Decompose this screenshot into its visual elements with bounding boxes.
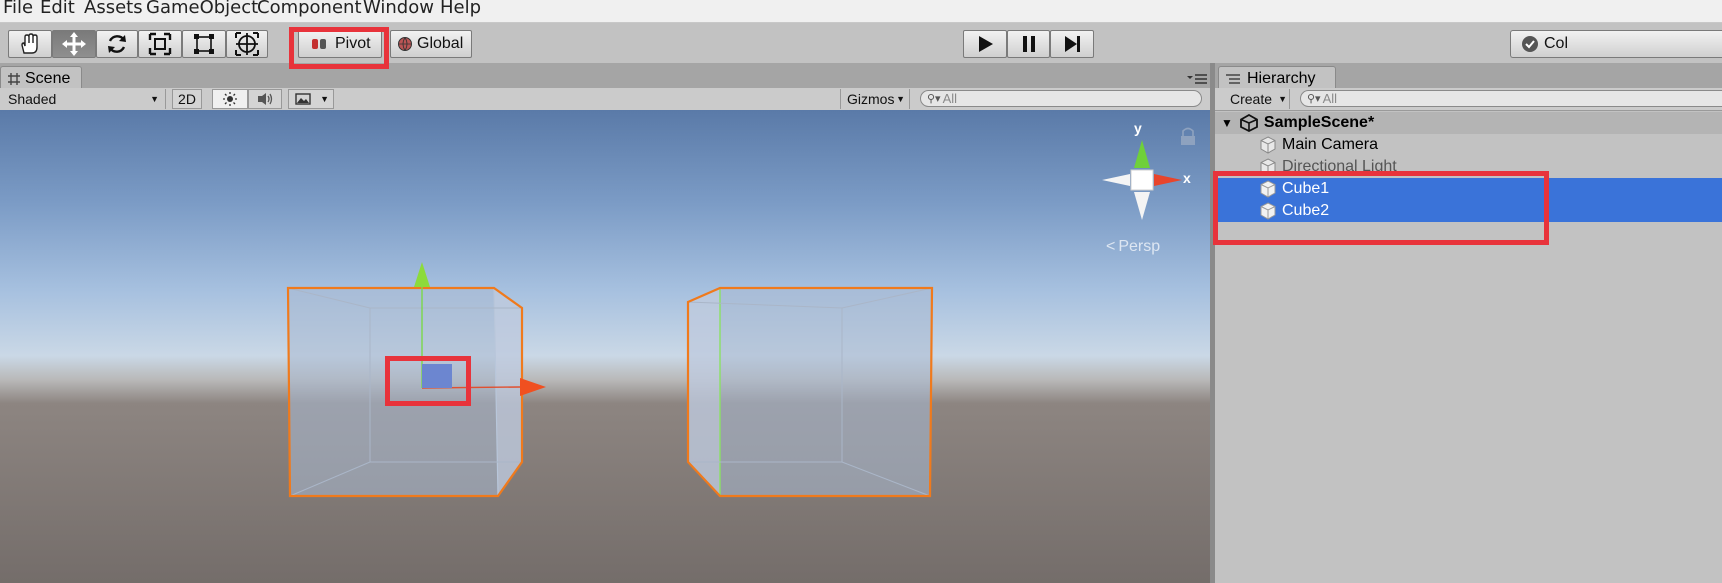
effects-dropdown[interactable]: ▼ [288, 89, 334, 109]
hand-icon [21, 33, 38, 54]
menu-gameobject[interactable]: GameObject [146, 0, 258, 18]
rect-icon [194, 34, 214, 54]
shading-mode-value: Shaded [8, 91, 57, 107]
search-icon: ⚲▾ [1307, 93, 1321, 105]
global-label: Global [417, 35, 464, 52]
create-dropdown[interactable]: Create ▼ [1224, 89, 1290, 109]
scene-search-input[interactable]: ⚲▾ All [920, 90, 1202, 107]
item-label: Main Camera [1282, 136, 1379, 153]
mode-2d-toggle[interactable]: 2D [172, 89, 202, 109]
grid-icon [8, 72, 20, 85]
selection-highlight-box [1213, 171, 1549, 245]
tab-hierarchy[interactable]: Hierarchy [1218, 66, 1336, 90]
scene-name: SampleScene* [1263, 114, 1375, 131]
pivot-point-highlight-box [385, 356, 471, 406]
y-axis-arrow-handle[interactable] [414, 262, 430, 287]
menu-assets[interactable]: Assets [84, 0, 143, 18]
chevron-left-icon: < [1106, 238, 1116, 255]
hierarchy-search-input[interactable]: ⚲▾ All [1300, 90, 1722, 107]
persp-label: Persp [1118, 238, 1161, 255]
expand-arrow-icon[interactable]: ▼ [1221, 116, 1233, 130]
gizmo-x-label: x [1183, 170, 1191, 186]
scale-tool-button[interactable] [138, 30, 182, 58]
dropdown-arrow-icon: ▼ [1278, 94, 1287, 104]
menu-window[interactable]: Window [363, 0, 434, 18]
sun-icon [223, 92, 237, 106]
x-axis-arrow-handle[interactable] [520, 378, 546, 396]
tab-scene[interactable]: Scene [0, 66, 82, 90]
transform-icon [235, 32, 259, 56]
step-icon [1065, 36, 1080, 52]
scene-search-placeholder: All [942, 91, 958, 106]
play-button[interactable] [963, 30, 1007, 58]
globe-icon [398, 37, 412, 51]
pause-icon [1022, 36, 1035, 52]
scene-canvas[interactable] [0, 110, 1210, 583]
pivot-highlight-box [289, 27, 389, 69]
panel-menu-icon[interactable] [1186, 73, 1208, 85]
menu-help[interactable]: Help [440, 0, 481, 18]
persp-toggle[interactable]: < Persp [1106, 238, 1160, 256]
rect-tool-button[interactable] [182, 30, 226, 58]
menu-component[interactable]: Component [257, 0, 362, 18]
hierarchy-search-placeholder: All [1322, 91, 1338, 106]
menu-file[interactable]: File [3, 0, 33, 18]
image-icon [295, 93, 311, 105]
orientation-gizmo[interactable] [1102, 140, 1182, 220]
scene-row[interactable]: ▼ SampleScene* [1215, 112, 1722, 134]
audio-toggle[interactable] [248, 89, 282, 109]
dropdown-arrow-icon: ▼ [320, 94, 329, 104]
step-button[interactable] [1050, 30, 1094, 58]
scale-icon [148, 32, 172, 56]
gizmo-y-label: y [1134, 120, 1142, 136]
create-label: Create [1230, 91, 1273, 107]
rotate-tool-button[interactable] [96, 30, 138, 58]
scene-viewport[interactable]: y x < Persp [0, 110, 1210, 583]
gizmos-label: Gizmos [847, 91, 895, 107]
move-icon [62, 32, 86, 56]
pause-button[interactable] [1007, 30, 1050, 58]
menu-bar: File Edit Assets GameObject Component Wi… [0, 0, 1722, 23]
gizmos-dropdown[interactable]: Gizmos ▼ [840, 89, 910, 109]
move-tool-button[interactable] [52, 30, 96, 58]
lock-icon [1182, 127, 1194, 137]
dropdown-arrow-icon: ▼ [150, 94, 159, 104]
dropdown-arrow-icon: ▼ [896, 94, 905, 104]
hierarchy-tab-label: Hierarchy [1247, 69, 1316, 87]
cube-icon [1260, 136, 1276, 154]
list-icon [1226, 73, 1240, 84]
search-icon: ⚲▾ [927, 93, 941, 105]
collab-button[interactable]: Col [1510, 30, 1722, 58]
global-toggle-button[interactable]: Global [390, 30, 472, 58]
transform-tool-button[interactable] [226, 30, 268, 58]
speaker-icon [258, 93, 273, 105]
mode-2d-label: 2D [178, 91, 196, 107]
play-icon [979, 36, 993, 52]
collab-label: Col [1544, 35, 1569, 52]
hand-tool-button[interactable] [8, 30, 52, 58]
cube2-object[interactable] [686, 286, 934, 498]
check-circle-icon [1522, 36, 1538, 52]
shading-mode-dropdown[interactable]: Shaded ▼ [0, 89, 166, 109]
hierarchy-item-main-camera[interactable]: Main Camera [1215, 134, 1722, 156]
scene-tab-label: Scene [25, 69, 71, 87]
rotate-icon [108, 35, 126, 53]
menu-edit[interactable]: Edit [40, 0, 75, 18]
unity-logo-icon [1239, 114, 1258, 132]
lighting-toggle[interactable] [212, 89, 248, 109]
lock-icon-body [1181, 136, 1195, 145]
